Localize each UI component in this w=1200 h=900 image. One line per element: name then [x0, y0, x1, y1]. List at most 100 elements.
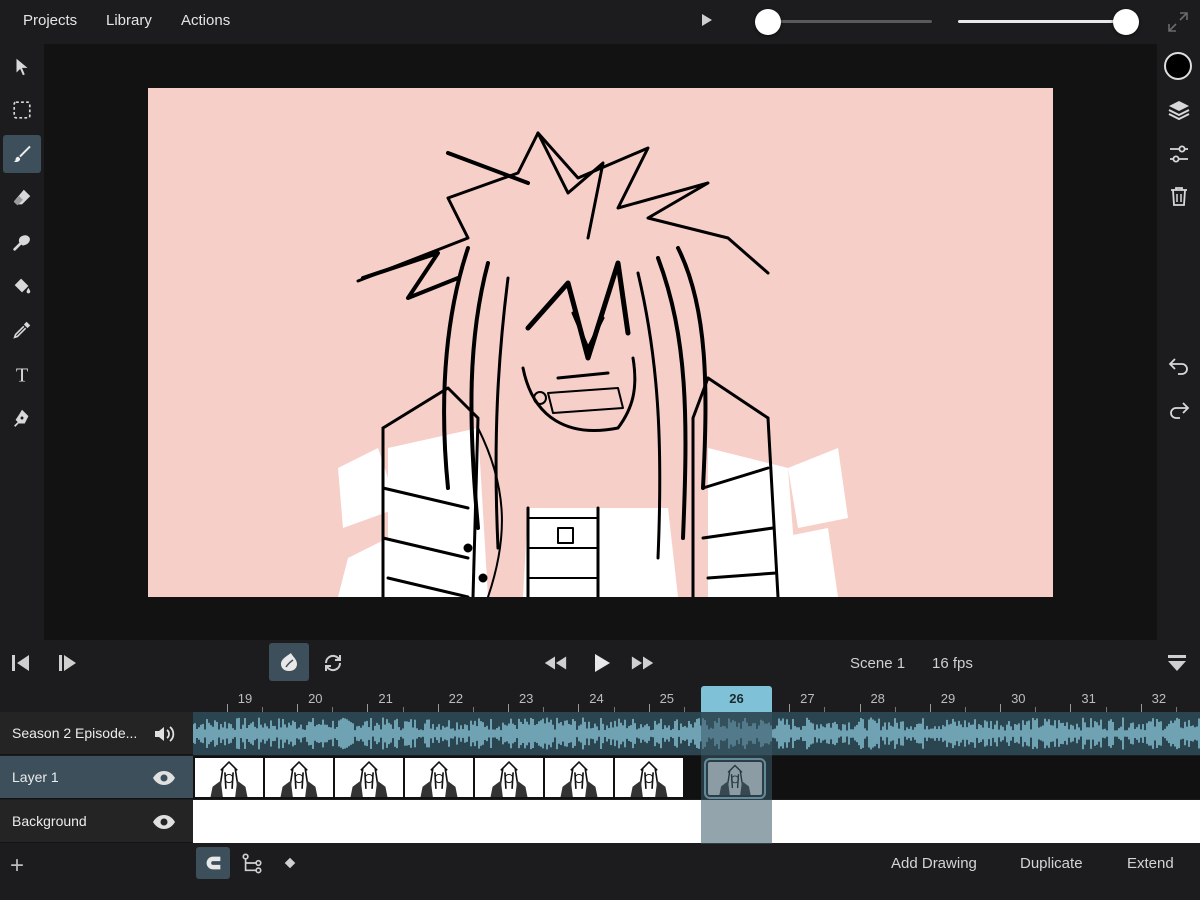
frame-number[interactable]: 28 — [863, 691, 893, 706]
track-background[interactable]: Background — [0, 800, 193, 843]
fps-label[interactable]: 16 fps — [932, 655, 973, 672]
drawing-cel[interactable] — [335, 758, 403, 797]
top-bar: Projects Library Actions — [0, 0, 1200, 44]
track-layer-1[interactable]: Layer 1 — [0, 756, 193, 799]
fullscreen-icon[interactable] — [1166, 10, 1190, 34]
pen-tool-icon[interactable] — [3, 399, 41, 437]
speaker-icon[interactable] — [152, 722, 176, 746]
play-icon[interactable] — [588, 650, 614, 676]
magnet-icon — [206, 856, 221, 870]
frame-number[interactable]: 23 — [511, 691, 541, 706]
background-frames[interactable] — [193, 800, 1200, 843]
frame-number[interactable]: 22 — [441, 691, 471, 706]
duplicate-button[interactable]: Duplicate — [1020, 855, 1083, 872]
frame-number[interactable]: 29 — [933, 691, 963, 706]
brush-icon[interactable] — [3, 135, 41, 173]
stage — [44, 44, 1157, 640]
ruler-tick — [508, 704, 510, 712]
track-name: Background — [12, 813, 87, 829]
drawing-cel[interactable] — [475, 758, 543, 797]
audio-waveform[interactable] — [192, 712, 1200, 755]
drawing-cel[interactable] — [545, 758, 613, 797]
brush-size-slider[interactable] — [755, 20, 932, 23]
frame-number[interactable]: 31 — [1074, 691, 1104, 706]
projects-menu[interactable]: Projects — [23, 12, 77, 29]
left-toolbar: T — [0, 44, 44, 640]
ruler-tick — [367, 704, 369, 712]
right-toolbar — [1157, 44, 1200, 640]
keyframe-button[interactable] — [273, 847, 307, 879]
eye-icon[interactable] — [152, 810, 176, 834]
cel-thumbnail — [719, 764, 751, 795]
frame-number[interactable]: 19 — [230, 691, 260, 706]
adjustments-icon[interactable] — [1165, 140, 1193, 168]
drawing-cel[interactable] — [265, 758, 333, 797]
ruler-tick — [226, 704, 228, 712]
drawing-cel[interactable] — [615, 758, 683, 797]
frame-number[interactable]: 30 — [1003, 691, 1033, 706]
smudge-icon[interactable] — [3, 223, 41, 261]
ruler-tick — [1070, 704, 1072, 712]
ruler-tick — [1140, 704, 1142, 712]
ruler-tick — [789, 704, 791, 712]
loop-icon[interactable] — [320, 650, 346, 676]
play-preview-icon[interactable] — [702, 14, 712, 26]
select-arrow-icon[interactable] — [3, 48, 41, 86]
snap-magnet-button[interactable] — [196, 847, 230, 879]
track-name: Season 2 Episode... — [12, 725, 138, 741]
opacity-slider-knob[interactable] — [1113, 9, 1139, 35]
ruler-tick — [437, 704, 439, 712]
trash-icon[interactable] — [1165, 182, 1193, 210]
next-frame-icon[interactable] — [54, 650, 80, 676]
track-name: Layer 1 — [12, 769, 59, 785]
rewind-icon[interactable] — [542, 650, 568, 676]
undo-icon[interactable] — [1165, 352, 1193, 380]
cel-thumbnail — [350, 760, 388, 797]
color-swatch[interactable] — [1164, 52, 1192, 80]
playback-bar: Scene 1 16 fps — [0, 640, 1200, 686]
current-frame-indicator[interactable]: 26 — [701, 686, 772, 712]
text-tool-icon[interactable]: T — [3, 355, 41, 393]
waveform — [192, 717, 1200, 750]
cel-thumbnail — [420, 760, 458, 797]
frame-number[interactable]: 20 — [300, 691, 330, 706]
frame-number[interactable]: 24 — [582, 691, 612, 706]
opacity-slider[interactable] — [958, 20, 1125, 23]
fast-forward-icon[interactable] — [630, 650, 656, 676]
extend-button[interactable]: Extend — [1127, 855, 1174, 872]
ruler-tick — [578, 704, 580, 712]
marquee-select-icon[interactable] — [3, 91, 41, 129]
frame-number[interactable]: 32 — [1144, 691, 1174, 706]
current-drawing-cel[interactable] — [706, 760, 764, 797]
eraser-icon[interactable] — [3, 179, 41, 217]
frame-number[interactable]: 27 — [792, 691, 822, 706]
scene-label[interactable]: Scene 1 — [850, 655, 905, 672]
drawing-cel[interactable] — [195, 758, 263, 797]
timeline: 19 20 21 22 23 24 25 27 28 29 30 31 32 26 Season 2 E… — [0, 686, 1200, 844]
cel-thumbnail — [280, 760, 318, 797]
drawing-cel[interactable] — [405, 758, 473, 797]
drawing-canvas[interactable] — [148, 88, 1053, 597]
branch-button[interactable] — [235, 847, 269, 879]
layers-icon[interactable] — [1165, 96, 1193, 124]
svg-text:T: T — [16, 364, 28, 385]
ruler-tick — [297, 704, 299, 712]
track-audio[interactable]: Season 2 Episode... — [0, 712, 193, 755]
paint-bucket-icon[interactable] — [3, 267, 41, 305]
frame-number[interactable]: 21 — [371, 691, 401, 706]
redo-icon[interactable] — [1165, 396, 1193, 424]
layer-1-frames[interactable] — [193, 756, 1200, 799]
actions-menu[interactable]: Actions — [181, 12, 230, 29]
collapse-timeline-icon[interactable] — [1164, 650, 1190, 676]
character-sketch — [338, 131, 848, 597]
brush-size-slider-knob[interactable] — [755, 9, 781, 35]
onion-skin-button[interactable] — [269, 643, 309, 681]
eye-icon[interactable] — [152, 766, 176, 790]
frame-number[interactable]: 25 — [652, 691, 682, 706]
eyedropper-icon[interactable] — [3, 311, 41, 349]
frame-ruler[interactable]: 19 20 21 22 23 24 25 27 28 29 30 31 32 — [193, 686, 1200, 712]
library-menu[interactable]: Library — [106, 12, 152, 29]
previous-frame-icon[interactable] — [8, 650, 34, 676]
add-track-button[interactable]: + — [10, 852, 24, 880]
add-drawing-button[interactable]: Add Drawing — [891, 855, 977, 872]
